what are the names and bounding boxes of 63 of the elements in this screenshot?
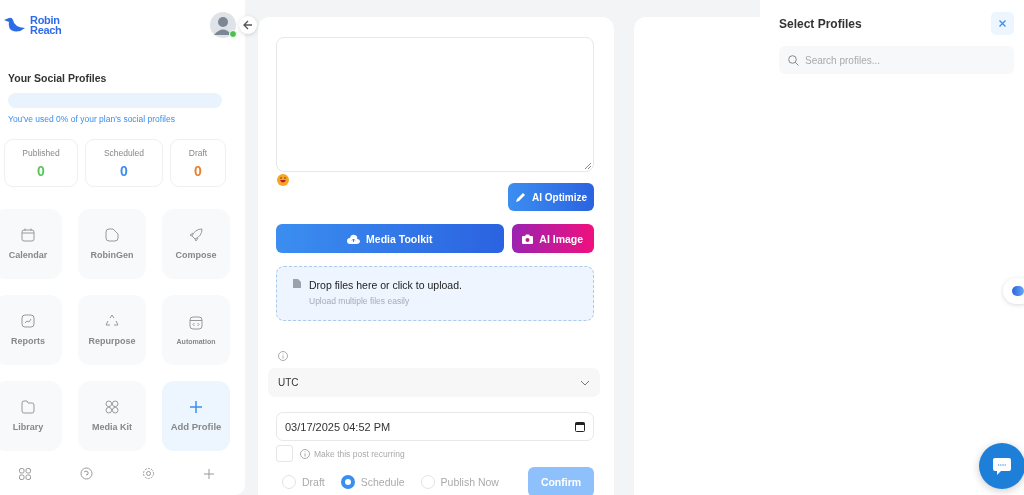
usage-text: You've used 0% of your plan's social profiles (8, 114, 176, 124)
stat-label: Draft (188, 147, 208, 158)
file-dropzone[interactable]: Drop files here or click to upload. Upload multiple files easily (276, 266, 594, 321)
close-button[interactable] (991, 12, 1014, 35)
dropzone-title: Drop files here or click to upload. (309, 279, 462, 291)
swirl-icon[interactable] (79, 467, 93, 480)
logo-text: Robin Reach (30, 15, 62, 35)
bird-logo-icon (4, 17, 26, 33)
stat-value: 0 (120, 162, 128, 179)
cloud-upload-icon (347, 233, 361, 244)
file-icon (293, 279, 301, 288)
collapse-button[interactable] (239, 16, 257, 34)
pencil-icon (515, 191, 526, 203)
grid-icon (105, 400, 119, 414)
radio-label: Publish Now (440, 476, 499, 488)
chat-bubble-icon (993, 457, 1011, 475)
media-toolkit-button[interactable]: Media Toolkit (276, 224, 504, 253)
chart-icon (21, 314, 35, 328)
chevron-down-icon (580, 379, 590, 386)
calendar-icon[interactable] (575, 421, 585, 432)
resize-grip-icon[interactable] (585, 163, 591, 169)
camera-icon (522, 233, 534, 244)
document-icon (105, 228, 119, 242)
plus-icon (190, 400, 202, 413)
section-title: Your Social Profiles (8, 72, 108, 84)
datetime-field[interactable]: 03/17/2025 04:52 PM (276, 412, 594, 441)
app-tile[interactable]: Compose (162, 209, 230, 279)
radio-label: Schedule (360, 476, 405, 488)
arrow-left-icon (243, 20, 253, 30)
stat-value: 0 (37, 162, 45, 179)
app-tile[interactable]: Reports (0, 295, 62, 365)
app-tile[interactable]: Add Profile (162, 381, 230, 451)
app-tile[interactable]: Calendar (0, 209, 62, 279)
dropzone-hint: Upload multiple files easily (309, 296, 411, 306)
emoji-icon[interactable] (277, 174, 289, 186)
app-tile[interactable]: Library (0, 381, 62, 451)
code-window-icon (189, 315, 203, 330)
search-field[interactable]: Search profiles... (779, 46, 1014, 74)
folder-icon (21, 400, 35, 414)
app-tile[interactable]: Media Kit (78, 381, 146, 451)
recurring-label: Make this post recurring (314, 448, 405, 459)
info-icon (300, 448, 310, 459)
radio-button[interactable] (340, 475, 355, 489)
settings-icon[interactable] (141, 467, 155, 480)
panel-title: Select Profiles (779, 16, 862, 31)
app-tile[interactable]: Repurpose (78, 295, 146, 365)
calendar-icon (21, 228, 35, 242)
app-tile[interactable]: RobinGen (78, 209, 146, 279)
recurring-checkbox[interactable] (276, 445, 293, 462)
grid-icon[interactable] (18, 467, 31, 480)
timezone-select[interactable]: UTC (268, 368, 600, 397)
close-icon (999, 20, 1006, 27)
stat-label: Published (22, 147, 60, 158)
stat-label: Scheduled (103, 147, 145, 158)
recycle-icon (104, 314, 120, 328)
info-icon (278, 351, 288, 361)
plus-icon[interactable] (203, 468, 214, 479)
ai-image-button[interactable]: AI Image (511, 224, 594, 253)
radio-label: Draft (302, 476, 325, 488)
avatar[interactable] (210, 12, 236, 38)
ai-optimize-button[interactable]: AI Optimize (508, 183, 594, 211)
rocket-icon (189, 228, 203, 242)
stat-value: 0 (194, 162, 202, 179)
